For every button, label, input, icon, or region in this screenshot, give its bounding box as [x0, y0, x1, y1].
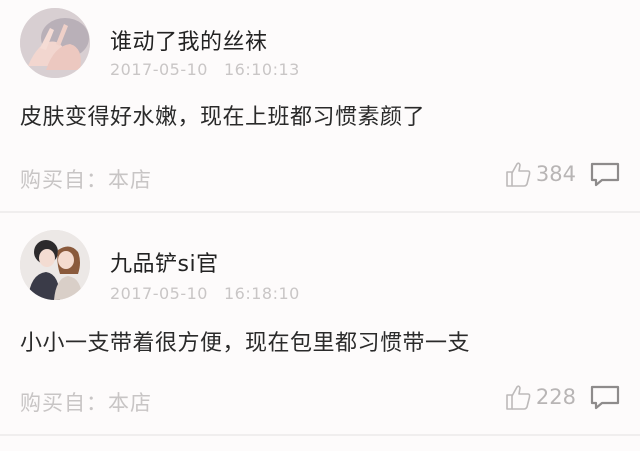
- review-date: 2017-05-10: [110, 284, 208, 303]
- review-timestamp: 2017-05-10 16:18:10: [110, 284, 300, 303]
- user-avatar[interactable]: [20, 230, 90, 300]
- review-item: 谁动了我的丝袜 2017-05-10 16:10:13 皮肤变得好水嫩，现在上班都…: [0, 0, 640, 213]
- comment-icon[interactable]: [590, 384, 620, 410]
- review-time: 16:18:10: [223, 284, 300, 303]
- purchase-source: 购买自：本店: [20, 391, 152, 415]
- comment-icon[interactable]: [590, 161, 620, 187]
- divider: [0, 211, 640, 213]
- review-date: 2017-05-10: [110, 60, 208, 79]
- username[interactable]: 九品铲si官: [110, 246, 219, 278]
- thumbs-up-icon[interactable]: [504, 160, 532, 188]
- like-area: 384: [504, 160, 620, 188]
- review-comment: 皮肤变得好水嫩，现在上班都习惯素颜了: [20, 105, 426, 130]
- divider: [0, 434, 640, 436]
- like-count: 384: [535, 162, 576, 186]
- review-comment: 小小一支带着很方便，现在包里都习惯带一支: [20, 331, 471, 356]
- review-timestamp: 2017-05-10 16:10:13: [110, 60, 300, 79]
- thumbs-up-icon[interactable]: [504, 383, 532, 411]
- username[interactable]: 谁动了我的丝袜: [110, 24, 268, 56]
- avatar-hands-icon: [20, 8, 90, 78]
- purchase-source: 购买自：本店: [20, 168, 152, 192]
- like-count: 228: [535, 385, 576, 409]
- user-avatar[interactable]: [20, 8, 90, 78]
- like-area: 228: [504, 383, 620, 411]
- review-time: 16:10:13: [223, 60, 300, 79]
- avatar-couple-icon: [20, 230, 90, 300]
- review-item: 九品铲si官 2017-05-10 16:18:10 小小一支带着很方便，现在包里…: [0, 214, 640, 436]
